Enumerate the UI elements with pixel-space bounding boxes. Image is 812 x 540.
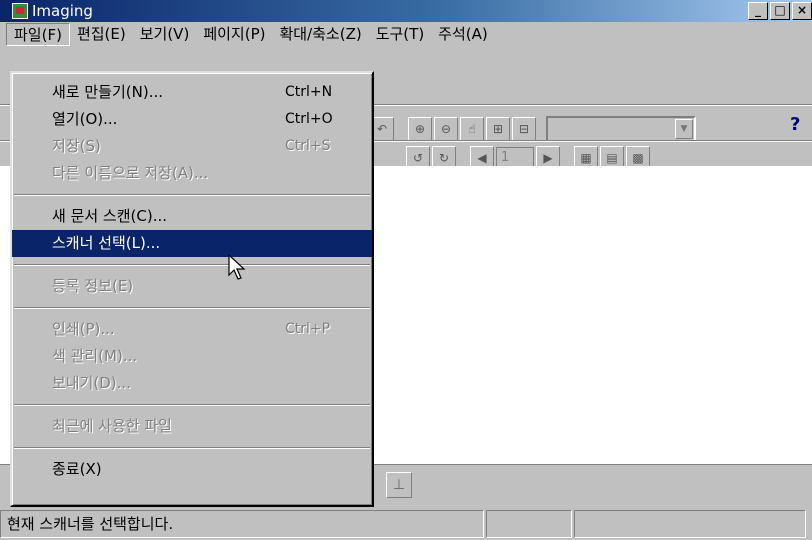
minimize-button[interactable]: _	[748, 2, 768, 20]
menu-item-send: 보내기(D)...	[12, 370, 372, 397]
menu-item-save: 저장(S) Ctrl+S	[12, 133, 372, 160]
menu-edit[interactable]: 편집(E)	[70, 23, 133, 46]
window-title: Imaging	[32, 2, 93, 20]
menu-item-properties: 등록 정보(E)	[12, 273, 372, 300]
menu-item-shortcut: Ctrl+N	[285, 84, 333, 100]
maximize-button[interactable]: □	[770, 2, 790, 20]
window-controls: _ □ ×	[746, 2, 812, 20]
menu-item-print: 인쇄(P)... Ctrl+P	[12, 316, 372, 343]
title-bar: Imaging _ □ ×	[0, 0, 812, 22]
zoom-in-icon[interactable]: ⊕	[408, 117, 432, 141]
menu-item-shortcut: Ctrl+P	[285, 321, 331, 337]
menu-item-label: 스캐너 선택(L)...	[52, 234, 161, 252]
status-text: 현재 스캐너를 선택합니다.	[0, 510, 484, 538]
menu-tools[interactable]: 도구(T)	[369, 23, 431, 46]
menu-item-label: 열기(O)...	[52, 110, 118, 128]
menu-item-label: 보내기(D)...	[52, 374, 131, 392]
status-bar: 현재 스캐너를 선택합니다.	[0, 510, 812, 540]
menu-item-label: 다른 이름으로 저장(A)...	[52, 164, 209, 182]
app-icon	[12, 3, 28, 19]
menu-item-label: 등록 정보(E)	[52, 277, 134, 295]
chevron-down-icon[interactable]: ▼	[675, 119, 693, 139]
help-icon[interactable]: ?	[790, 114, 812, 140]
menu-item-recent-files: 최근에 사용한 파일	[12, 413, 372, 440]
menu-item-label: 색 관리(M)...	[52, 347, 138, 365]
menu-page[interactable]: 페이지(P)	[196, 23, 272, 46]
fit-width-icon[interactable]: ⊟	[512, 117, 536, 141]
select-icon[interactable]: ☝	[460, 117, 484, 141]
menu-item-label: 종료(X)	[52, 460, 102, 478]
menu-item-select-scanner[interactable]: 스캐너 선택(L)...	[12, 230, 372, 257]
status-panel-2	[486, 510, 572, 538]
menu-separator	[14, 264, 370, 266]
zoom-out-icon[interactable]: ⊖	[434, 117, 458, 141]
menu-item-new[interactable]: 새로 만들기(N)... Ctrl+N	[12, 79, 372, 106]
close-button[interactable]: ×	[792, 2, 812, 20]
menu-item-save-as: 다른 이름으로 저장(A)...	[12, 160, 372, 187]
menu-item-shortcut: Ctrl+O	[285, 111, 333, 127]
fit-icon[interactable]: ⊞	[486, 117, 510, 141]
status-panel-3	[574, 510, 806, 538]
menu-bar: 파일(F) 편집(E) 보기(V) 페이지(P) 확대/축소(Z) 도구(T) …	[0, 22, 812, 47]
menu-separator	[14, 194, 370, 196]
menu-file[interactable]: 파일(F)	[6, 23, 70, 46]
menu-separator	[14, 307, 370, 309]
menu-item-label: 최근에 사용한 파일	[52, 417, 172, 435]
menu-item-label: 인쇄(P)...	[52, 320, 115, 338]
menu-item-color-management: 색 관리(M)...	[12, 343, 372, 370]
menu-item-exit[interactable]: 종료(X)	[12, 456, 372, 483]
menu-view[interactable]: 보기(V)	[133, 23, 197, 46]
menu-item-label: 새로 만들기(N)...	[52, 83, 163, 101]
cursor-icon	[228, 254, 246, 280]
menu-item-label: 새 문서 스캔(C)...	[52, 207, 168, 225]
menu-item-label: 저장(S)	[52, 137, 101, 155]
menu-item-scan-new[interactable]: 새 문서 스캔(C)...	[12, 203, 372, 230]
zoom-combo[interactable]: ▼	[546, 116, 696, 142]
stamp-icon[interactable]: ⊥	[386, 472, 412, 498]
file-menu-dropdown: 새로 만들기(N)... Ctrl+N 열기(O)... Ctrl+O 저장(S…	[10, 71, 374, 507]
menu-item-shortcut: Ctrl+S	[285, 138, 331, 154]
menu-item-open[interactable]: 열기(O)... Ctrl+O	[12, 106, 372, 133]
menu-annotation[interactable]: 주석(A)	[431, 23, 495, 46]
menu-separator	[14, 404, 370, 406]
menu-separator	[14, 447, 370, 449]
menu-zoom[interactable]: 확대/축소(Z)	[272, 23, 368, 46]
